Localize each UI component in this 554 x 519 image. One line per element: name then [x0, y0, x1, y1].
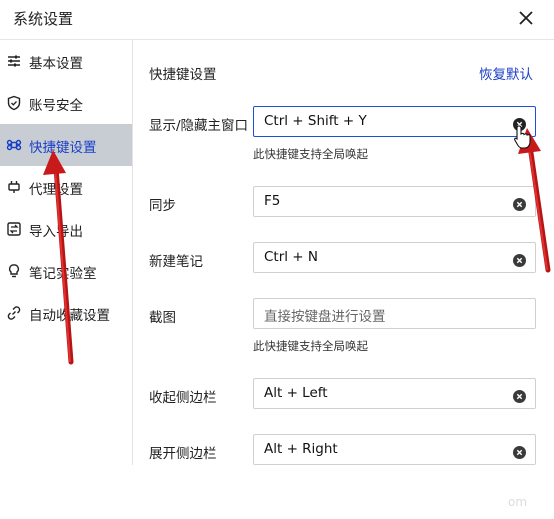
watermark: om: [508, 495, 528, 509]
clear-icon[interactable]: [513, 252, 526, 267]
shortcut-label-sync: 同步: [149, 198, 176, 214]
window-title: 系统设置: [13, 10, 74, 28]
close-icon[interactable]: [514, 6, 538, 30]
sidebar-item-label: 账号安全: [29, 98, 83, 114]
sidebar-item-label: 代理设置: [29, 182, 83, 198]
command-icon: [6, 137, 22, 153]
title-bar: 系统设置: [0, 0, 554, 40]
link-icon: [6, 305, 22, 321]
shortcut-settings-panel: 快捷键设置 恢复默认 显示/隐藏主窗口 Ctrl + Shift + Y 此快捷…: [134, 40, 554, 465]
shortcut-label-screenshot: 截图: [149, 310, 176, 326]
clear-icon[interactable]: [513, 388, 526, 403]
shortcut-label-collapse-sidebar: 收起侧边栏: [149, 390, 217, 406]
shortcut-label-expand-sidebar: 展开侧边栏: [149, 446, 217, 462]
sidebar-item-auto-collect[interactable]: 自动收藏设置: [0, 292, 132, 334]
sidebar-item-import-export[interactable]: 导入导出: [0, 208, 132, 250]
sidebar-item-label: 自动收藏设置: [29, 308, 110, 324]
restore-default-link[interactable]: 恢复默认: [479, 63, 533, 83]
plug-icon: [6, 179, 22, 195]
shortcut-value: Ctrl + N: [264, 249, 319, 265]
shortcut-placeholder: 直接按键盘进行设置: [264, 309, 386, 325]
shortcut-label-toggle-window: 显示/隐藏主窗口: [149, 118, 249, 134]
global-hint-text: 此快捷键支持全局唤起: [253, 339, 368, 353]
shortcut-input-expand-sidebar[interactable]: Alt + Right: [253, 434, 536, 465]
sidebar-item-notes-lab[interactable]: 笔记实验室: [0, 250, 132, 292]
footer-blank: [0, 465, 554, 519]
shortcut-label-new-note: 新建笔记: [149, 254, 203, 270]
sidebar-item-proxy[interactable]: 代理设置: [0, 166, 132, 208]
clear-icon[interactable]: [513, 116, 526, 131]
section-title: 快捷键设置: [149, 67, 217, 83]
sidebar-item-shortcuts[interactable]: 快捷键设置: [0, 124, 132, 166]
shortcut-value: Alt + Right: [264, 441, 338, 457]
shortcut-input-sync[interactable]: F5: [253, 186, 536, 217]
import-export-icon: [6, 221, 22, 237]
shortcut-input-new-note[interactable]: Ctrl + N: [253, 242, 536, 273]
clear-icon[interactable]: [513, 444, 526, 459]
sidebar-item-label: 导入导出: [29, 224, 83, 240]
shortcut-value: Ctrl + Shift + Y: [264, 113, 367, 129]
bulb-icon: [6, 263, 22, 279]
sidebar-item-label: 基本设置: [29, 56, 83, 72]
shortcut-value: F5: [264, 193, 281, 209]
shield-icon: [6, 95, 22, 111]
sliders-icon: [6, 53, 22, 69]
sidebar-item-account-security[interactable]: 账号安全: [0, 82, 132, 124]
shortcut-value: Alt + Left: [264, 385, 328, 401]
shortcut-input-screenshot[interactable]: 直接按键盘进行设置: [253, 298, 536, 329]
sidebar-item-basic[interactable]: 基本设置: [0, 40, 132, 82]
sidebar-item-label: 快捷键设置: [29, 140, 97, 156]
clear-icon[interactable]: [513, 196, 526, 211]
shortcut-input-toggle-window[interactable]: Ctrl + Shift + Y: [253, 106, 536, 137]
sidebar: 基本设置 账号安全 快捷键设置 代理设置 导入导出 笔记实验室 自动收藏设置: [0, 40, 133, 465]
shortcut-input-collapse-sidebar[interactable]: Alt + Left: [253, 378, 536, 409]
sidebar-item-label: 笔记实验室: [29, 266, 97, 282]
global-hint-text: 此快捷键支持全局唤起: [253, 147, 368, 161]
